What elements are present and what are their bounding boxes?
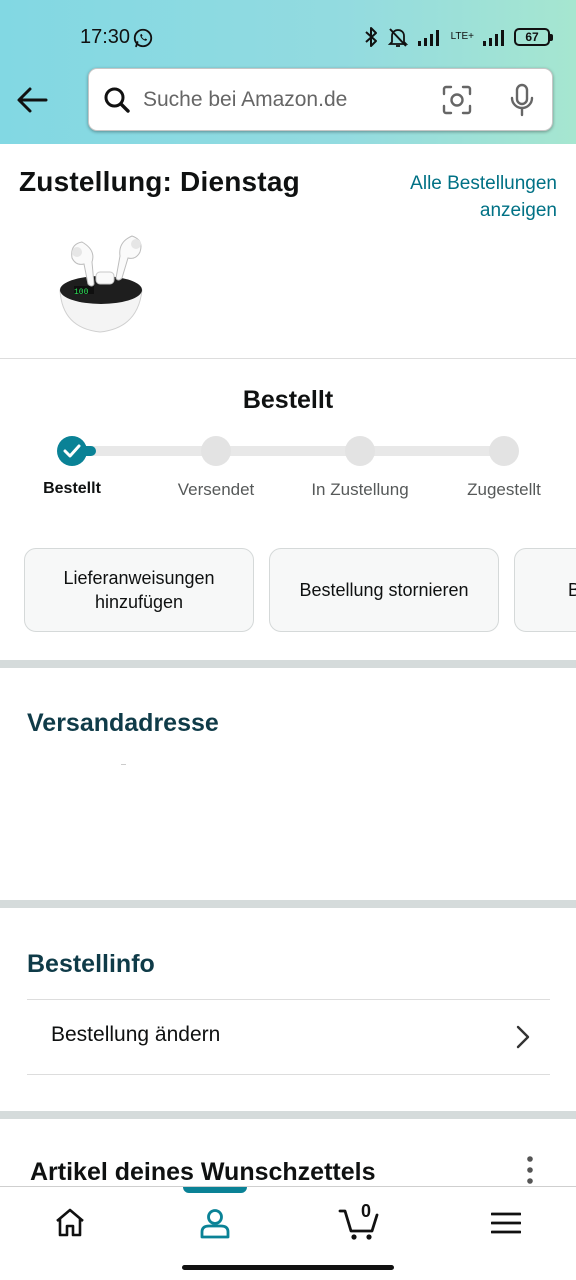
- signal-icon: [417, 30, 439, 46]
- cancel-order-button[interactable]: Bestellung stornieren: [269, 548, 499, 632]
- progress-step-dot: [57, 436, 87, 466]
- nav-menu[interactable]: [482, 1201, 530, 1245]
- order-status-title: Bestellt: [242, 386, 334, 414]
- delivery-title: Zustellung: Dienstag: [19, 166, 300, 197]
- nav-home[interactable]: [46, 1201, 94, 1245]
- whatsapp-icon: [133, 28, 153, 48]
- all-orders-link[interactable]: Alle Bestellungen anzeigen: [357, 170, 557, 224]
- menu-icon: [491, 1212, 521, 1234]
- wishlist-title: Artikel deines Wunschzettels: [30, 1158, 376, 1186]
- cart-count: 0: [360, 1201, 371, 1221]
- nav-account[interactable]: [191, 1201, 239, 1245]
- home-icon: [56, 1208, 84, 1237]
- add-delivery-instructions-button[interactable]: Lieferanweisungen hinzufügen: [24, 548, 254, 632]
- progress-track: [72, 446, 504, 456]
- chevron-right-icon: [516, 1025, 530, 1049]
- progress-step-dot: [345, 436, 375, 466]
- search-bar[interactable]: [88, 68, 553, 131]
- progress-step-label: Bestellt: [43, 480, 101, 497]
- action-buttons-row: Lieferanweisungen hinzufügen Bestellung …: [24, 548, 576, 632]
- back-button[interactable]: [14, 82, 50, 118]
- all-orders-link-line1: Alle Bestellungen: [410, 173, 557, 194]
- section-divider: [0, 660, 576, 668]
- more-action-label: B: [568, 580, 576, 600]
- account-icon: [200, 1209, 230, 1239]
- add-delivery-instructions-line1: Lieferanweisungen: [63, 568, 215, 588]
- mic-icon[interactable]: [507, 83, 537, 117]
- search-input[interactable]: [143, 69, 433, 130]
- network-type: LTE+: [450, 31, 474, 42]
- nav-cart[interactable]: 0: [336, 1201, 384, 1245]
- signal-icon: [483, 30, 504, 46]
- active-tab-indicator: [183, 1187, 247, 1193]
- progress-step-label: In Zustellung: [311, 480, 409, 499]
- address-placeholder: [121, 764, 126, 765]
- bottom-nav: 0: [0, 1186, 576, 1258]
- status-bar: 17:30 LTE+ 67: [0, 0, 576, 70]
- edit-order-row[interactable]: Bestellung ändern: [27, 999, 550, 1075]
- check-icon: [63, 444, 81, 458]
- edit-order-label: Bestellung ändern: [51, 1023, 221, 1046]
- bell-muted-icon: [387, 28, 408, 47]
- back-arrow-icon: [17, 87, 48, 113]
- app-header: 17:30 LTE+ 67: [0, 0, 576, 144]
- section-divider: [0, 1111, 576, 1119]
- more-options-icon[interactable]: [521, 1154, 539, 1186]
- camera-icon[interactable]: [441, 84, 473, 116]
- bluetooth-icon: [364, 27, 377, 47]
- progress-step-dot: [489, 436, 519, 466]
- order-info-title: Bestellinfo: [27, 950, 155, 978]
- system-home-indicator: [182, 1265, 394, 1270]
- search-icon: [104, 87, 130, 113]
- cancel-order-label: Bestellung stornieren: [299, 580, 469, 600]
- shipping-address-title: Versandadresse: [27, 709, 219, 737]
- svg-text:100: 100: [74, 288, 89, 297]
- system-icons: LTE+ 67: [363, 24, 553, 50]
- progress-step-dot: [201, 436, 231, 466]
- progress-step-label: Zugestellt: [467, 480, 541, 499]
- more-action-button[interactable]: B: [514, 548, 576, 632]
- product-image[interactable]: 100: [52, 228, 152, 340]
- battery-level: 67: [525, 30, 539, 44]
- section-divider: [0, 900, 576, 908]
- progress-step-label: Versendet: [177, 480, 255, 499]
- status-time: 17:30: [80, 26, 131, 48]
- section-divider: [0, 358, 576, 359]
- add-delivery-instructions-line2: hinzufügen: [94, 592, 184, 612]
- battery-icon: 67: [514, 28, 553, 46]
- all-orders-link-line2: anzeigen: [479, 200, 557, 221]
